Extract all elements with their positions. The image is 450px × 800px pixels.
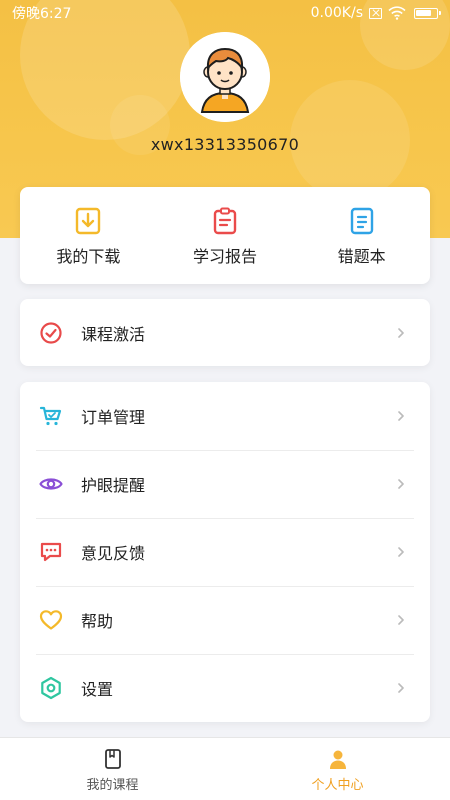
menu-item-settings[interactable]: 设置 xyxy=(20,654,430,722)
notebook-icon xyxy=(350,207,373,235)
menu-item-label: 设置 xyxy=(81,680,114,699)
wifi-icon xyxy=(388,6,406,20)
settings-icon xyxy=(38,675,64,701)
eye-icon xyxy=(38,471,64,497)
menu-item-label: 帮助 xyxy=(81,612,114,631)
activate-card: 课程激活 xyxy=(20,299,430,366)
book-icon xyxy=(104,749,121,769)
battery-icon xyxy=(414,7,441,19)
nav-tab-label: 我的课程 xyxy=(86,778,139,793)
network-speed: 0.00K/s xyxy=(310,5,363,21)
quick-action-label: 我的下载 xyxy=(56,247,121,266)
menu-item-label: 护眼提醒 xyxy=(81,476,146,495)
menu-item-label: 意见反馈 xyxy=(81,544,146,563)
status-indicators: 0.00K/s xyxy=(310,5,441,21)
chevron-right-icon xyxy=(398,683,404,693)
chevron-right-icon xyxy=(398,411,404,421)
chevron-right-icon xyxy=(398,327,404,338)
quick-action-label: 错题本 xyxy=(337,247,386,266)
chevron-right-icon xyxy=(398,615,404,625)
sim-icon xyxy=(369,7,382,19)
chevron-right-icon xyxy=(398,479,404,489)
nav-tab-profile[interactable]: 个人中心 xyxy=(225,738,450,800)
menu-item-help[interactable]: 帮助 xyxy=(20,586,430,654)
quick-action-download[interactable]: 我的下载 xyxy=(20,187,157,284)
check-circle-icon xyxy=(38,320,64,346)
status-bar: 傍晚6:27 0.00K/s xyxy=(0,0,450,26)
avatar[interactable] xyxy=(180,32,270,122)
chat-icon xyxy=(38,539,64,565)
menu-item-label: 订单管理 xyxy=(81,408,146,427)
menu-item-eye-care[interactable]: 护眼提醒 xyxy=(20,450,430,518)
chevron-right-icon xyxy=(398,547,404,557)
nav-tab-my-courses[interactable]: 我的课程 xyxy=(0,738,225,800)
heart-icon xyxy=(38,607,64,633)
quick-action-label: 学习报告 xyxy=(193,247,258,266)
user-icon xyxy=(329,750,346,769)
menu-item-orders[interactable]: 订单管理 xyxy=(20,382,430,450)
quick-action-report[interactable]: 学习报告 xyxy=(157,187,294,284)
download-icon xyxy=(76,207,101,235)
quick-action-notebook[interactable]: 错题本 xyxy=(293,187,430,284)
cart-icon xyxy=(38,403,64,429)
report-icon xyxy=(213,207,237,235)
status-time: 傍晚6:27 xyxy=(12,6,72,22)
boy-avatar-icon xyxy=(180,32,270,122)
bottom-nav: 我的课程 个人中心 xyxy=(0,737,450,800)
username: xwx13313350670 xyxy=(150,135,300,154)
nav-tab-label: 个人中心 xyxy=(311,778,364,793)
menu-item-feedback[interactable]: 意见反馈 xyxy=(20,518,430,586)
menu-item-label: 课程激活 xyxy=(81,324,146,344)
menu-card: 订单管理 护眼提醒 意见反馈 帮助 设置 xyxy=(20,382,430,722)
quick-actions-card: 我的下载 学习报告 错题本 xyxy=(20,187,430,284)
menu-item-course-activation[interactable]: 课程激活 xyxy=(20,299,430,366)
